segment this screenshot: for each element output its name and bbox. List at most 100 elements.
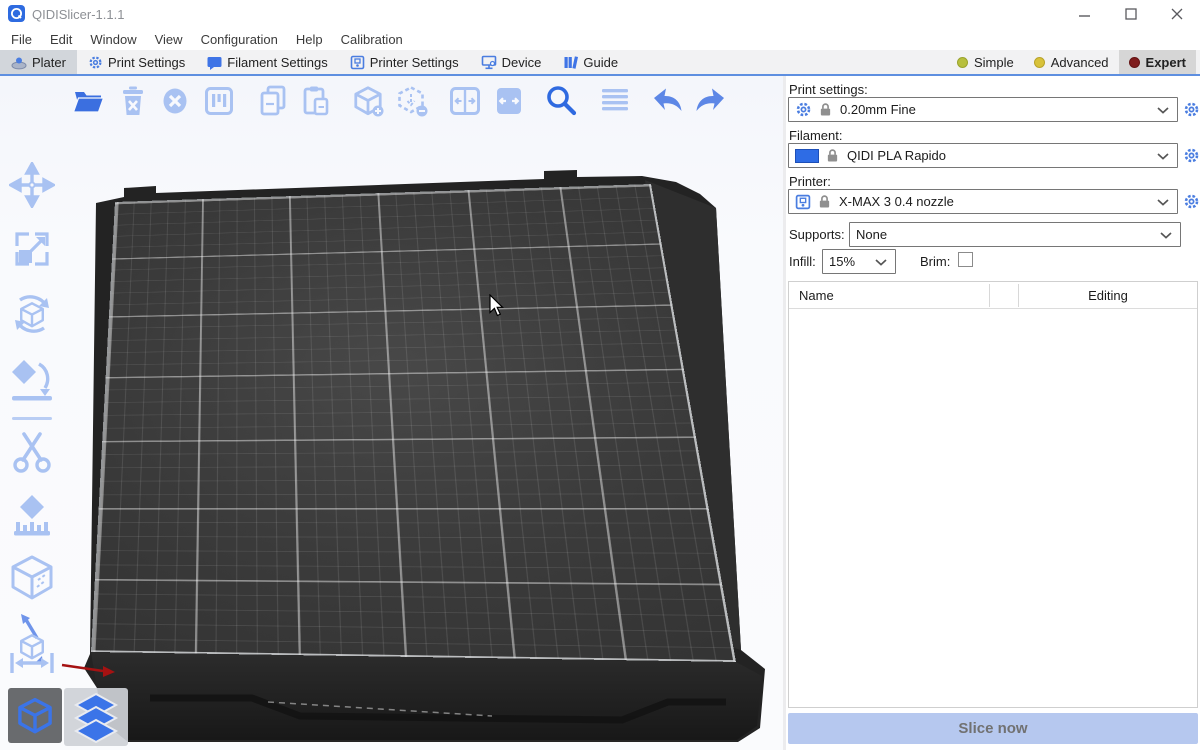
delete-button[interactable]	[115, 82, 151, 120]
right-sidebar: Print settings: 0.20mm Fine Filament: QI…	[786, 76, 1200, 750]
minimize-button[interactable]	[1062, 0, 1108, 28]
paint-supports-tool-button[interactable]	[6, 489, 58, 543]
print-settings-select[interactable]: 0.20mm Fine	[788, 97, 1178, 122]
redo-icon	[694, 86, 728, 116]
gear-icon	[88, 55, 103, 70]
menu-view[interactable]: View	[146, 30, 192, 49]
tab-device[interactable]: Device	[470, 50, 553, 74]
printer-label: Printer:	[789, 174, 831, 189]
filament-label: Filament:	[789, 128, 842, 143]
undo-icon	[650, 86, 684, 116]
move-icon	[9, 162, 55, 208]
place-on-face-icon	[9, 356, 55, 402]
cut-scissors-icon	[9, 429, 55, 475]
chevron-down-icon	[1157, 153, 1169, 160]
paste-button[interactable]	[298, 82, 334, 120]
split-to-parts-button[interactable]	[491, 82, 527, 120]
object-list-table[interactable]: Name Editing	[788, 281, 1198, 708]
move-tool-button[interactable]	[6, 158, 58, 212]
tab-plater[interactable]: Plater	[0, 50, 77, 74]
maximize-button[interactable]	[1108, 0, 1154, 28]
tab-filament-settings[interactable]: Filament Settings	[196, 50, 338, 74]
filament-select[interactable]: QIDI PLA Rapido	[788, 143, 1178, 168]
lock-icon	[819, 102, 832, 117]
chevron-down-icon	[1157, 199, 1169, 206]
brim-label: Brim:	[920, 254, 950, 269]
filament-icon	[207, 55, 222, 70]
search-button[interactable]	[543, 82, 579, 120]
infill-label: Infill:	[789, 254, 816, 269]
measure-tool-button[interactable]	[6, 647, 58, 679]
maximize-icon	[1125, 8, 1137, 20]
column-name: Name	[799, 288, 834, 303]
brim-checkbox[interactable]	[958, 252, 973, 267]
rotate-icon	[9, 291, 55, 337]
window-title: QIDISlicer-1.1.1	[32, 7, 124, 22]
gizmo-divider	[12, 417, 52, 420]
cut-tool-button[interactable]	[6, 425, 58, 479]
tab-print-settings[interactable]: Print Settings	[77, 50, 196, 74]
menu-window[interactable]: Window	[81, 30, 145, 49]
arrange-button[interactable]	[201, 82, 237, 120]
column-separator	[989, 284, 990, 307]
copy-button[interactable]	[255, 82, 291, 120]
menu-configuration[interactable]: Configuration	[192, 30, 287, 49]
mode-advanced[interactable]: Advanced	[1024, 50, 1119, 74]
3d-viewport[interactable]	[0, 76, 783, 750]
printer-gear-button[interactable]	[1183, 193, 1200, 210]
lock-icon	[818, 194, 831, 209]
paint-supports-icon	[9, 493, 55, 539]
add-instance-button[interactable]	[350, 82, 386, 120]
filament-color-swatch	[795, 149, 819, 163]
filament-gear-button[interactable]	[1183, 147, 1200, 164]
copy-icon	[257, 84, 289, 118]
menu-help[interactable]: Help	[287, 30, 332, 49]
simple-dot-icon	[957, 57, 968, 68]
print-settings-gear-button[interactable]	[1183, 101, 1200, 118]
delete-all-button[interactable]	[157, 82, 193, 120]
supports-select[interactable]: None	[849, 222, 1181, 247]
chevron-down-icon	[1160, 232, 1172, 239]
menu-file[interactable]: File	[2, 30, 41, 49]
scale-icon	[9, 226, 55, 272]
lock-icon	[826, 148, 839, 163]
title-bar: QIDISlicer-1.1.1	[0, 0, 1200, 28]
rotate-tool-button[interactable]	[6, 287, 58, 341]
plater-toolbar	[70, 82, 729, 120]
redo-button[interactable]	[693, 82, 729, 120]
app-logo-icon	[8, 5, 25, 22]
tab-printer-settings[interactable]: Printer Settings	[339, 50, 470, 74]
open-folder-icon	[71, 85, 105, 117]
menu-bar: File Edit Window View Configuration Help…	[0, 28, 1200, 50]
remove-instance-icon	[395, 84, 429, 118]
preview-button[interactable]	[64, 688, 128, 746]
chevron-down-icon	[1157, 107, 1169, 114]
tab-guide[interactable]: Guide	[552, 50, 629, 74]
close-button[interactable]	[1154, 0, 1200, 28]
delete-all-icon	[159, 85, 191, 117]
slice-now-button[interactable]: Slice now	[788, 713, 1198, 744]
seam-cube-icon	[7, 553, 57, 603]
mode-simple[interactable]: Simple	[947, 50, 1024, 74]
scale-tool-button[interactable]	[6, 222, 58, 276]
variable-layer-height-button[interactable]	[597, 82, 633, 120]
3d-view-cube-icon	[14, 695, 56, 737]
mode-switcher: Simple Advanced Expert	[947, 50, 1200, 74]
undo-button[interactable]	[649, 82, 685, 120]
remove-instance-button[interactable]	[394, 82, 430, 120]
gear-icon	[795, 101, 812, 118]
place-on-face-tool-button[interactable]	[6, 352, 58, 406]
mode-expert[interactable]: Expert	[1119, 50, 1196, 74]
infill-select[interactable]: 15%	[822, 249, 896, 274]
menu-edit[interactable]: Edit	[41, 30, 81, 49]
3d-editor-view-button[interactable]	[8, 688, 62, 743]
build-plate-grid[interactable]	[91, 184, 736, 662]
printer-select[interactable]: X-MAX 3 0.4 nozzle	[788, 189, 1178, 214]
split-to-objects-button[interactable]	[447, 82, 483, 120]
open-folder-button[interactable]	[70, 82, 106, 120]
advanced-dot-icon	[1034, 57, 1045, 68]
search-icon	[544, 84, 578, 118]
expert-dot-icon	[1129, 57, 1140, 68]
seam-tool-button[interactable]	[6, 551, 58, 605]
menu-calibration[interactable]: Calibration	[332, 30, 412, 49]
